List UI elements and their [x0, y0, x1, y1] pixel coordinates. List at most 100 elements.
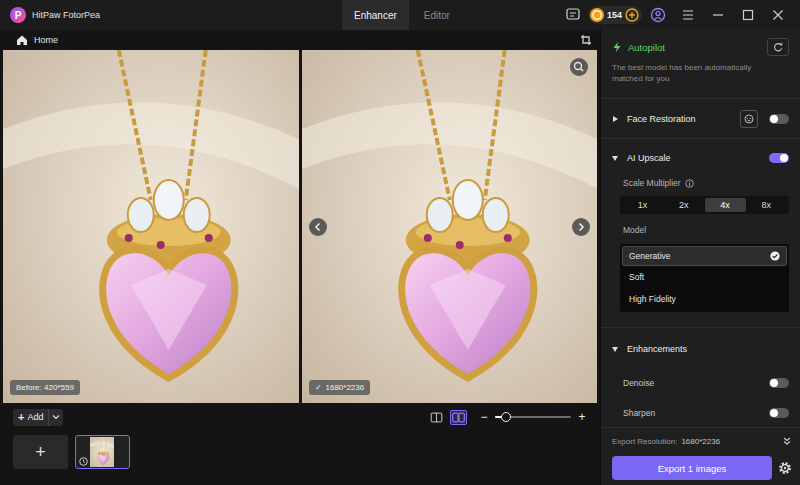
home-icon[interactable] [16, 34, 28, 46]
info-icon[interactable] [685, 179, 694, 188]
enhancement-label: Sharpen [623, 408, 655, 418]
split-view-icon[interactable] [428, 410, 445, 425]
next-arrow-icon[interactable] [572, 218, 590, 236]
model-list: Generative Soft High Fidelity [620, 244, 789, 312]
home-link[interactable]: Home [34, 35, 58, 45]
thumbnail-list: + [13, 435, 587, 469]
after-label: ✓ 1680*2236 [309, 380, 371, 395]
gear-icon[interactable] [778, 461, 792, 475]
enhancements-header[interactable]: Enhancements [612, 340, 789, 358]
model-name: High Fidelity [629, 294, 676, 304]
face-restoration-title: Face Restoration [627, 114, 696, 124]
add-plus: + [18, 412, 24, 423]
toggle-knob [770, 409, 778, 417]
check-mark: ✓ [315, 383, 322, 392]
add-button[interactable]: +Add [13, 409, 63, 426]
close-icon[interactable] [763, 0, 793, 30]
expand-arrow[interactable] [613, 116, 618, 122]
side-by-side-icon[interactable] [450, 410, 467, 425]
model-option[interactable]: Generative [622, 246, 787, 266]
double-chevron-icon[interactable] [782, 436, 792, 446]
add-dropdown[interactable] [48, 409, 63, 426]
add-credits-icon[interactable] [625, 8, 639, 22]
add-image-tile[interactable]: + [13, 435, 68, 469]
model-name: Generative [629, 251, 671, 261]
face-icon[interactable] [740, 110, 758, 128]
before-size: Before: 420*559 [16, 383, 74, 392]
toggle-knob [770, 115, 778, 123]
scale-option[interactable]: 4x [705, 198, 746, 212]
ai-upscale-section: AI Upscale Scale Multiplier 1x2x4x8x Model G… [601, 139, 800, 328]
credits-badge[interactable]: 154 [588, 6, 642, 24]
settings-panel: AutopilotThe best model has been automat… [600, 30, 800, 485]
enhancement-toggle[interactable] [769, 378, 789, 388]
settings-content: AutopilotThe best model has been automat… [601, 30, 800, 427]
window-actions: 154 [561, 0, 800, 30]
model-label: Model [612, 224, 789, 236]
toggle-knob [770, 379, 778, 387]
enhancement-row: Denoise [612, 374, 789, 392]
chat-icon[interactable] [561, 0, 585, 30]
credits-count: 154 [607, 10, 622, 20]
previous-arrow-icon[interactable] [309, 218, 327, 236]
preview-toolbar: +Add−+ [13, 408, 587, 426]
scale-option[interactable]: 8x [746, 198, 787, 212]
mode-tab[interactable]: Editor [409, 0, 465, 30]
chevron-down-icon [52, 414, 60, 420]
compare-view: Before: 420*559 ✓ 1680*2236 [0, 50, 600, 403]
preview-area: HomeBefore: 420*559✓1680*2236+Add−++ [0, 30, 600, 485]
zoom-thumb[interactable] [501, 412, 511, 422]
after-size: 1680*2236 [326, 383, 365, 392]
model-option[interactable]: Soft [622, 266, 787, 288]
before-image: Before: 420*559 [3, 50, 299, 403]
zoom-out-button[interactable]: − [479, 411, 489, 423]
image-thumbnail[interactable] [75, 435, 130, 469]
mode-tab[interactable]: Enhancer [342, 0, 409, 30]
minimize-icon[interactable] [703, 0, 733, 30]
autopilot-title: Autopilot [628, 42, 665, 53]
title-spacer [465, 0, 561, 30]
scale-option[interactable]: 2x [663, 198, 704, 212]
workspace: HomeBefore: 420*559✓1680*2236+Add−++Auto… [0, 30, 800, 485]
scale-selector: 1x2x4x8x [620, 196, 789, 214]
model-option[interactable]: High Fidelity [622, 288, 787, 310]
scale-label-row: Scale Multiplier [612, 176, 789, 190]
face-restoration-header[interactable]: Face Restoration [612, 110, 789, 128]
scale-option[interactable]: 1x [622, 198, 663, 212]
export-resolution: Export Resolution:1680*2236 [612, 434, 792, 448]
maximize-icon[interactable] [733, 0, 763, 30]
lightning-icon [612, 41, 622, 53]
ai-upscale-toggle[interactable] [769, 153, 789, 163]
crop-icon[interactable] [580, 34, 592, 46]
autopilot-section: AutopilotThe best model has been automat… [601, 30, 800, 99]
zoom-slider[interactable] [495, 416, 571, 418]
zoom-icon[interactable] [570, 58, 588, 76]
before-label: Before: 420*559 [10, 380, 80, 395]
app-brand: PHitPaw FotorPea [0, 0, 342, 30]
export-bar: Export Resolution:1680*2236 Export 1 imag… [601, 427, 800, 485]
export-button[interactable]: Export 1 images [612, 456, 772, 480]
zoom-in-button[interactable]: + [577, 411, 587, 423]
enhancement-label: Denoise [623, 378, 654, 388]
enhancement-row: Sharpen [612, 404, 789, 422]
scale-label: Scale Multiplier [623, 178, 681, 188]
expand-arrow[interactable] [612, 156, 618, 161]
menu-icon[interactable] [673, 0, 703, 30]
enhancements-title: Enhancements [627, 344, 687, 354]
add-label: Add [27, 412, 43, 422]
autopilot-header: Autopilot [612, 38, 789, 56]
face-restoration-toggle[interactable] [769, 114, 789, 124]
ai-upscale-header[interactable]: AI Upscale [612, 149, 789, 167]
user-icon[interactable] [643, 0, 673, 30]
add-image-plus: + [35, 442, 46, 463]
after-image: ✓ 1680*2236 [302, 50, 598, 403]
coin-icon [590, 8, 604, 22]
refresh-icon[interactable] [767, 38, 789, 56]
enhancement-toggle[interactable] [769, 408, 789, 418]
toggle-knob [780, 154, 788, 162]
face-restoration-section: Face Restoration [601, 99, 800, 139]
clock-icon [79, 457, 88, 466]
add-main[interactable]: +Add [13, 409, 48, 426]
ai-upscale-title: AI Upscale [627, 153, 671, 163]
expand-arrow[interactable] [612, 347, 618, 352]
